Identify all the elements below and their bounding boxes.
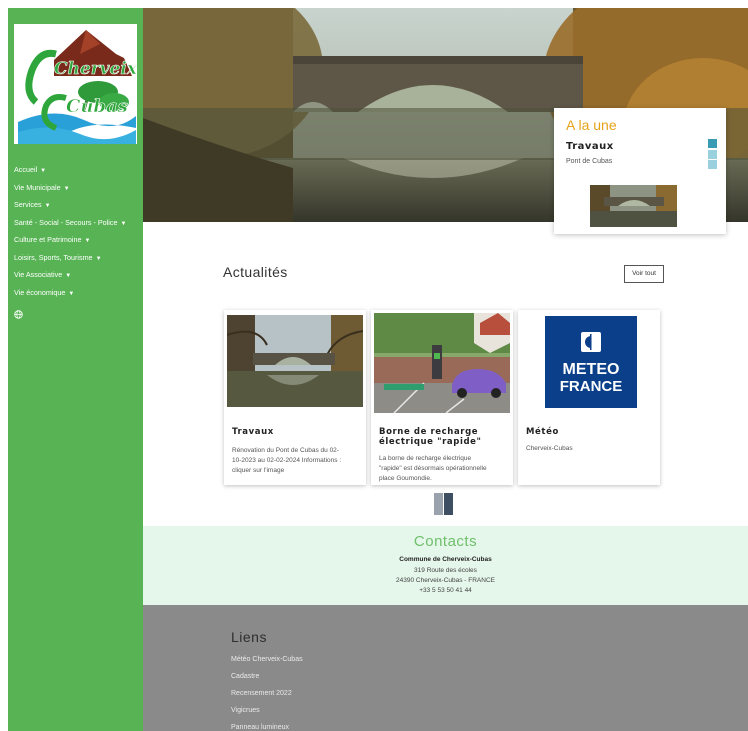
menu-item-label: Vie Municipale: [14, 182, 61, 192]
menu-item-vie-municipale[interactable]: Vie Municipale ▼: [14, 182, 126, 200]
menu-item-label: Vie économique: [14, 287, 66, 297]
links-section: Liens Météo Cherveix-Cubas Cadastre Rece…: [143, 605, 748, 731]
contacts-name: Commune de Cherveix-Cubas: [399, 556, 492, 563]
news-card-text-line: 10-2023 au 02-02-2024 Informations :: [232, 457, 342, 464]
pager-page[interactable]: [434, 493, 443, 515]
menu-item-services[interactable]: Services ▼: [14, 199, 126, 217]
news-card[interactable]: Travaux Rénovation du Pont de Cubas du 0…: [224, 310, 366, 485]
news-card-text-line: cliquer sur l'image: [232, 467, 285, 474]
menu-item-label: Accueil: [14, 165, 38, 174]
menu-item-loisirs[interactable]: Loisirs, Sports, Tourisme ▼: [14, 252, 126, 270]
link-recensement[interactable]: Recensement 2022: [231, 690, 292, 697]
news-card-text: La borne de recharge électrique "rapide"…: [379, 454, 487, 484]
caret-down-icon: ▼: [120, 220, 127, 227]
news-card-title[interactable]: Travaux: [232, 427, 274, 437]
featured-panel: A la une Travaux Pont de Cubas: [554, 108, 726, 234]
news-card-text-line: Rénovation du Pont de Cubas du 02-: [232, 447, 339, 454]
caret-down-icon: ▼: [65, 273, 72, 279]
menu-item-label: Vie Associative: [14, 270, 63, 279]
news-pager: [434, 493, 453, 515]
svg-text:Cubas: Cubas: [66, 96, 128, 117]
link-cadastre[interactable]: Cadastre: [231, 673, 259, 680]
see-all-button[interactable]: Voir tout: [624, 265, 664, 283]
news-card-text-line: La borne de recharge électrique: [379, 455, 472, 462]
sidebar: Cherveix Cubas Accueil ▼ Vie Municipale ▼ …: [8, 8, 143, 731]
slider-dot[interactable]: [708, 149, 717, 159]
main-menu: Accueil ▼ Vie Municipale ▼ Services ▼ Santé…: [14, 164, 126, 304]
contacts-phone[interactable]: +33 5 53 50 41 44: [143, 587, 748, 594]
link-vigicrues[interactable]: Vigicrues: [231, 707, 260, 714]
caret-down-icon: ▼: [63, 185, 70, 192]
caret-down-icon: ▼: [40, 168, 47, 174]
featured-thumbnail[interactable]: [590, 185, 677, 227]
news-card-text: Cherveix-Cubas: [526, 444, 573, 454]
featured-title[interactable]: Travaux: [566, 141, 614, 152]
news-card-text-line: place Goumondie.: [379, 475, 432, 482]
svg-text:METEO: METEO: [563, 361, 620, 378]
link-panneau[interactable]: Panneau lumineux: [231, 724, 289, 731]
contacts-title: Contacts: [413, 533, 478, 550]
news-card[interactable]: Borne de recharge électrique "rapide" La…: [371, 310, 513, 485]
meteo-france-logo[interactable]: METEO FRANCE: [545, 316, 637, 408]
menu-item-sante-social[interactable]: Santé - Social - Secours - Police ▼: [14, 217, 126, 235]
news-card-text: Rénovation du Pont de Cubas du 02- 10-20…: [232, 446, 341, 476]
caret-down-icon: ▼: [95, 255, 102, 262]
caret-down-icon: ▼: [84, 238, 91, 244]
menu-item-accueil[interactable]: Accueil ▼: [14, 164, 126, 182]
svg-text:Cherveix: Cherveix: [54, 59, 137, 79]
caret-down-icon: ▼: [44, 203, 51, 209]
contacts-city: 24390 Cherveix-Cubas - FRANCE: [396, 577, 495, 584]
caret-down-icon: ▼: [68, 290, 75, 297]
news-section-title: Actualités: [223, 264, 288, 280]
news-card-image[interactable]: [374, 313, 510, 413]
news-card-image[interactable]: [227, 315, 363, 407]
site-logo[interactable]: Cherveix Cubas: [14, 24, 137, 144]
featured-subtitle: Pont de Cubas: [566, 158, 613, 165]
contacts-street: 319 Route des écoles: [414, 567, 477, 574]
slider-dot[interactable]: [708, 160, 717, 169]
menu-item-vie-economique[interactable]: Vie économique ▼: [14, 287, 126, 305]
pager-page-active[interactable]: [444, 493, 453, 515]
menu-item-label: Santé - Social - Secours - Police: [14, 217, 118, 227]
news-card-title-line: électrique "rapide": [379, 437, 482, 447]
news-card[interactable]: METEO FRANCE Météo Cherveix-Cubas: [518, 310, 660, 485]
menu-item-label: Loisirs, Sports, Tourisme: [14, 252, 93, 262]
globe-icon[interactable]: [14, 310, 23, 319]
menu-item-label: Culture et Patrimoine: [14, 235, 82, 244]
links-title: Liens: [231, 629, 267, 645]
news-card-text-line: "rapide" est désormais opérationnelle: [379, 465, 487, 472]
menu-item-culture[interactable]: Culture et Patrimoine ▼: [14, 234, 126, 252]
featured-section-title: A la une: [566, 117, 617, 133]
slider-dot[interactable]: [708, 139, 717, 148]
svg-text:FRANCE: FRANCE: [560, 378, 623, 395]
link-meteo[interactable]: Météo Cherveix-Cubas: [231, 656, 303, 663]
news-card-title-line: Borne de recharge: [379, 427, 479, 437]
slider-dots: [708, 139, 717, 171]
contacts-section: Contacts Commune de Cherveix-Cubas 319 R…: [143, 526, 748, 605]
news-card-title[interactable]: Météo: [526, 427, 559, 437]
menu-item-label: Services: [14, 200, 42, 209]
news-card-title[interactable]: Borne de recharge électrique "rapide": [379, 427, 482, 447]
menu-item-vie-associative[interactable]: Vie Associative ▼: [14, 269, 126, 287]
news-card-text-line: Cherveix-Cubas: [526, 445, 573, 452]
